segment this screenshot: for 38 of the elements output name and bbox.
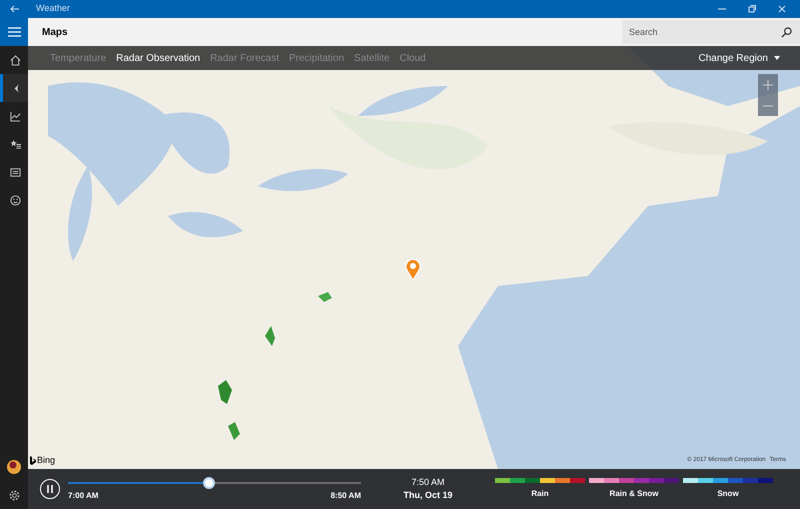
map-layer-tab[interactable]: Precipitation	[289, 50, 344, 66]
pause-button[interactable]	[40, 479, 60, 499]
end-time: 8:50 AM	[330, 490, 361, 502]
location-pin-icon	[405, 258, 421, 280]
map-attribution: Bing	[37, 454, 56, 467]
close-icon[interactable]	[778, 5, 786, 13]
legend-label: Rain & Snow	[610, 488, 658, 500]
pause-icon	[47, 485, 53, 493]
caret-icon	[774, 56, 780, 60]
star-list-icon	[10, 138, 21, 150]
legend-label: Rain	[531, 488, 549, 500]
slider-thumb[interactable]	[202, 476, 215, 488]
menu-icon	[8, 27, 20, 37]
legend-label: Snow	[717, 488, 739, 500]
plus-icon	[763, 80, 773, 90]
line-chart-icon	[10, 110, 21, 122]
settings-icon	[8, 490, 20, 500]
current-date: Thu, Oct 19	[403, 489, 452, 502]
start-time: 7:00 AM	[68, 490, 98, 502]
bing-logo-icon	[30, 456, 36, 465]
map-layer-tab[interactable]: Cloud	[400, 50, 426, 66]
map-layer-tab[interactable]: Radar Forecast	[210, 50, 279, 66]
avatar-icon	[7, 460, 21, 474]
timeline-slider[interactable]	[68, 476, 361, 488]
smiley-icon	[10, 194, 21, 206]
change-region-button[interactable]: Change Region	[698, 50, 780, 66]
menu-button[interactable]	[0, 18, 28, 46]
current-time: 7:50 AM	[411, 476, 445, 488]
map-layer-tab[interactable]: Radar Observation	[116, 50, 200, 66]
newspaper-icon	[10, 166, 21, 178]
search-icon[interactable]	[781, 26, 792, 38]
page-title: Maps	[42, 26, 68, 40]
map-layer-tab[interactable]: Satellite	[354, 50, 390, 66]
back-icon[interactable]	[10, 5, 20, 13]
restore-icon[interactable]	[748, 5, 756, 13]
home-icon	[10, 54, 21, 66]
window-title: Weather	[36, 2, 70, 16]
map-layer-tab[interactable]: Temperature	[50, 50, 106, 66]
